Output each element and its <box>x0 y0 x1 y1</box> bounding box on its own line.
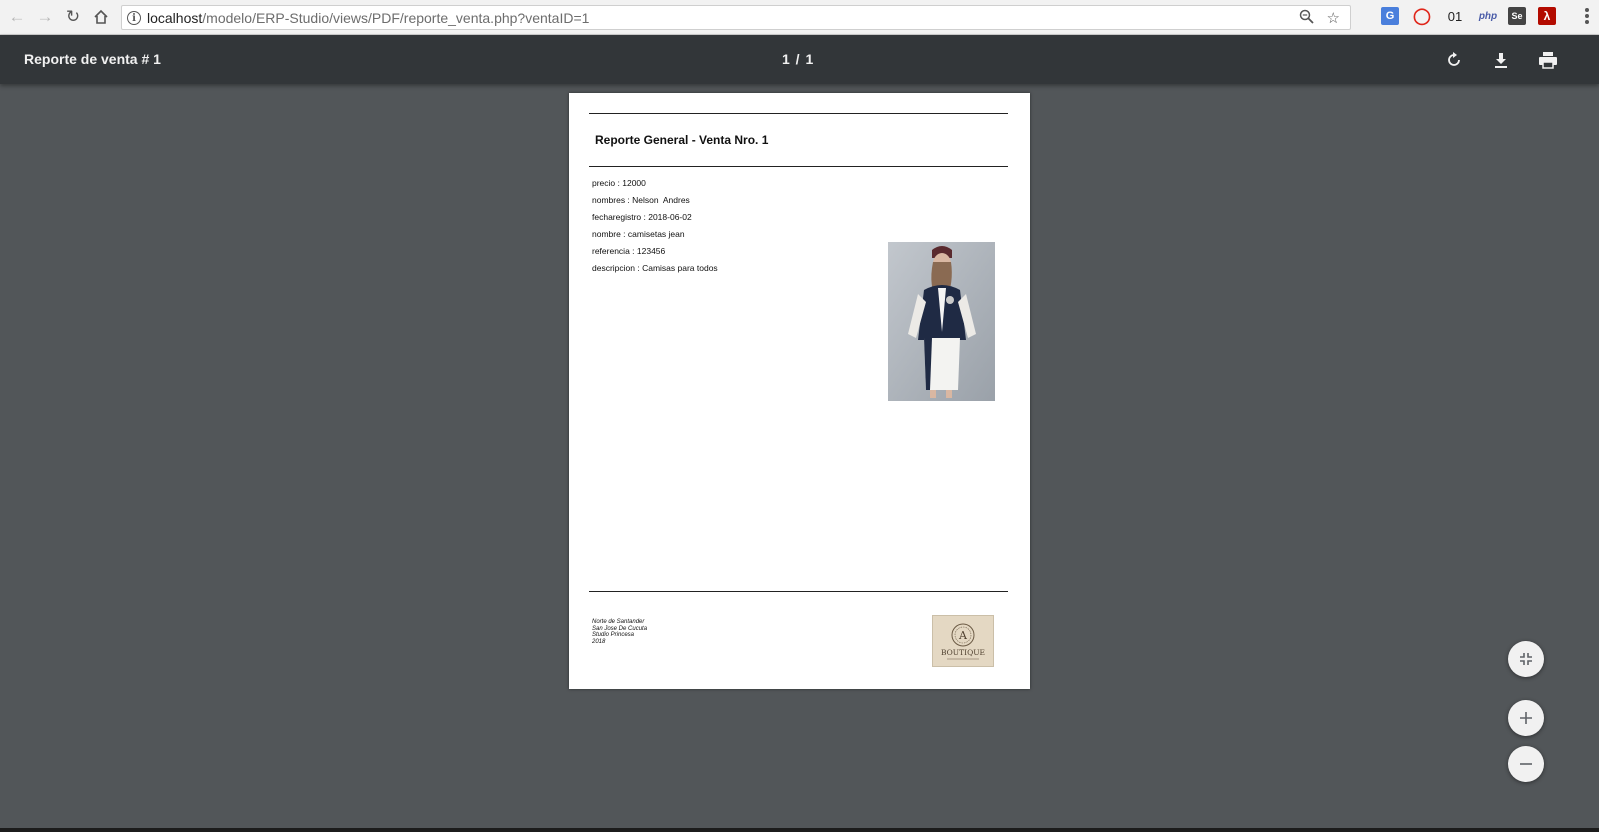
field-referencia: referencia : 123456 <box>592 246 666 256</box>
selenium-extension-icon[interactable]: Se <box>1508 7 1526 25</box>
header-top-rule <box>589 113 1008 114</box>
acrobat-extension-icon[interactable]: λ <box>1538 7 1556 25</box>
fit-page-icon <box>1520 653 1532 665</box>
header-bottom-rule <box>589 166 1008 167</box>
opera-extension-icon[interactable]: ◯ <box>1413 7 1431 25</box>
report-title: Reporte General - Venta Nro. 1 <box>595 133 769 147</box>
page-indicator: 1 / 1 <box>782 51 815 67</box>
back-arrow-icon[interactable]: ← <box>5 6 29 28</box>
browser-toolbar: ← → ↻ i localhost/modelo/ERP-Studio/view… <box>0 0 1599 35</box>
field-descripcion: descripcion : Camisas para todos <box>592 263 718 273</box>
field-nombre: nombre : camisetas jean <box>592 229 685 239</box>
field-precio: precio : 12000 <box>592 178 646 188</box>
home-icon[interactable] <box>89 6 113 28</box>
field-nombres: nombres : Nelson Andres <box>592 195 690 205</box>
download-icon[interactable] <box>1488 47 1514 73</box>
rotate-icon[interactable] <box>1441 47 1467 73</box>
bookmark-star-icon[interactable]: ☆ <box>1327 9 1340 27</box>
forward-arrow-icon[interactable]: → <box>33 6 57 28</box>
php-extension-icon[interactable]: php <box>1476 7 1500 25</box>
translate-extension-icon[interactable]: G <box>1381 7 1399 25</box>
pdf-page: Reporte General - Venta Nro. 1 precio : … <box>569 93 1030 689</box>
browser-menu-icon[interactable] <box>1585 8 1589 26</box>
footer-address: Norte de Santander San Jose De Cucuta St… <box>592 619 647 645</box>
product-photo <box>888 242 995 401</box>
zoom-in-button[interactable] <box>1508 700 1544 736</box>
pdf-toolbar: Reporte de venta # 1 1 / 1 <box>0 35 1599 84</box>
logo-word: BOUTIQUE <box>941 648 985 657</box>
zoom-icon[interactable] <box>1299 9 1314 28</box>
footer-line: Norte de Santander <box>592 619 645 625</box>
counter-extension[interactable]: 01 <box>1443 7 1467 25</box>
plus-icon <box>1520 712 1532 724</box>
sale-fields: precio : 12000 nombres : Nelson Andres f… <box>592 177 718 279</box>
address-bar[interactable]: i localhost/modelo/ERP-Studio/views/PDF/… <box>121 5 1351 30</box>
logo-letter: A <box>958 629 968 642</box>
footer-rule <box>589 591 1008 592</box>
document-title: Reporte de venta # 1 <box>24 51 161 67</box>
print-icon[interactable] <box>1535 47 1561 73</box>
footer-line: 2018 <box>592 638 606 645</box>
minus-icon <box>1520 763 1532 765</box>
url-text: localhost/modelo/ERP-Studio/views/PDF/re… <box>147 10 590 26</box>
boutique-logo: A BOUTIQUE <box>932 615 994 667</box>
fit-to-page-button[interactable] <box>1508 641 1544 677</box>
info-icon[interactable]: i <box>127 11 141 25</box>
field-fecharegistro: fecharegistro : 2018-06-02 <box>592 212 692 222</box>
bottom-edge <box>0 828 1599 832</box>
reload-icon[interactable]: ↻ <box>61 6 85 28</box>
zoom-out-button[interactable] <box>1508 746 1544 782</box>
